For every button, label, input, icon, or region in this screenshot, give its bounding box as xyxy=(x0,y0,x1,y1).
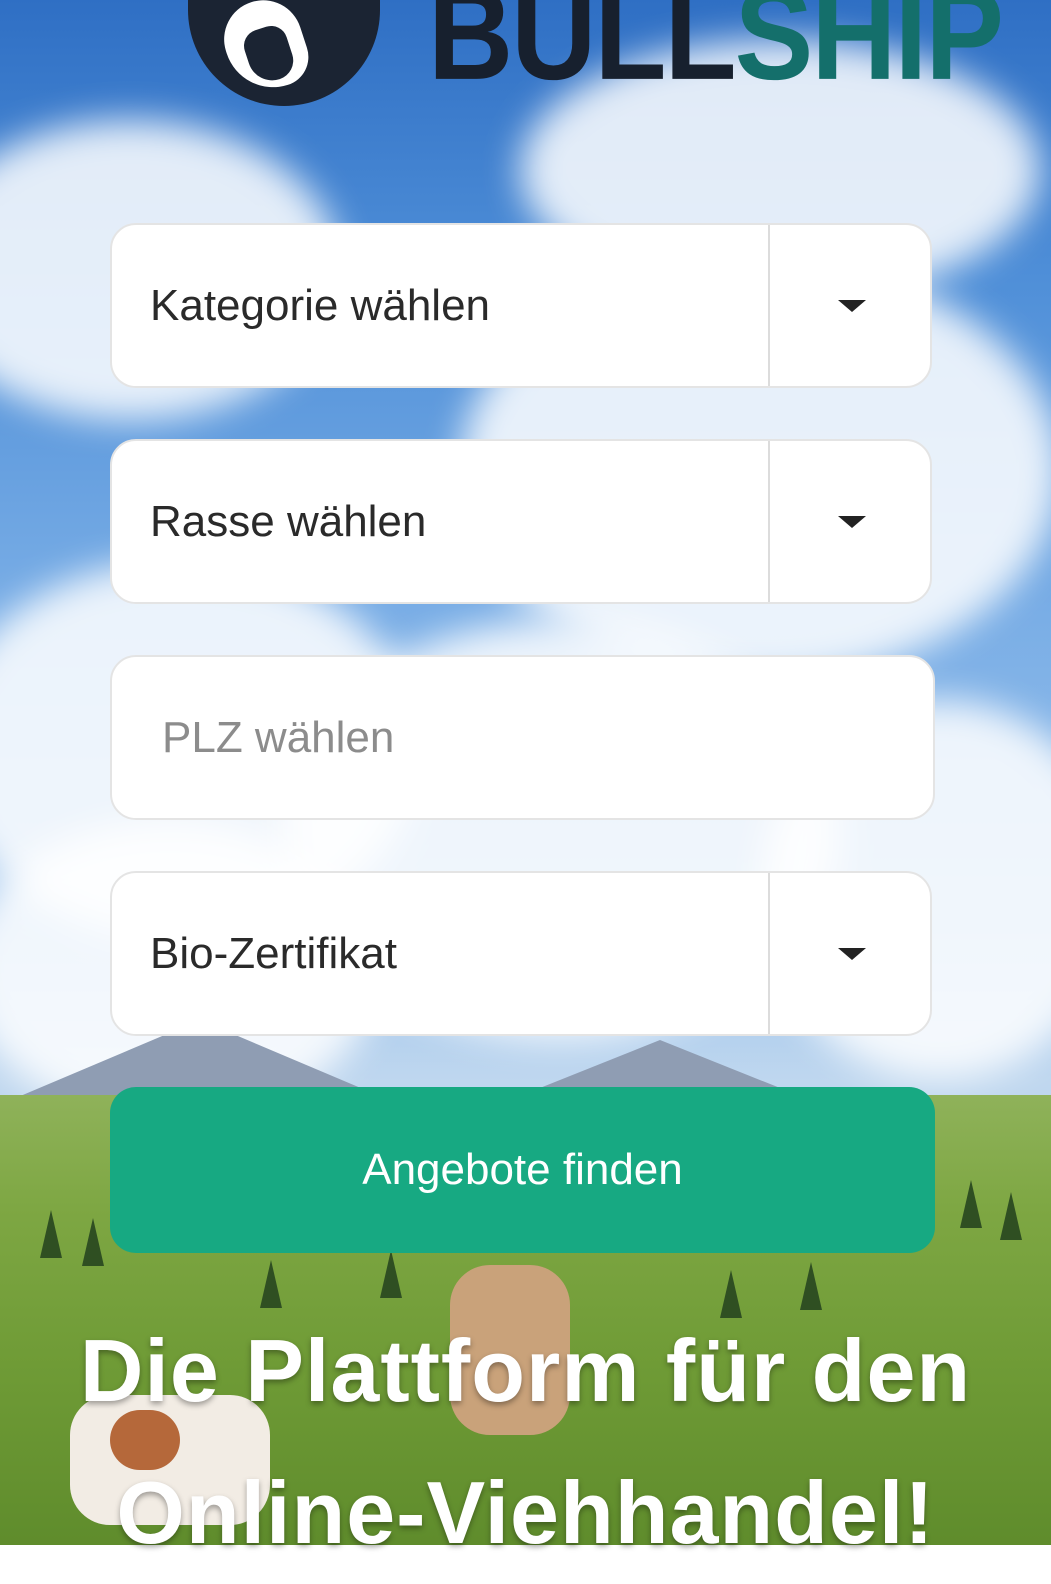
bullship-logo[interactable]: BULLSHIP xyxy=(188,0,1004,110)
zip-code-input[interactable] xyxy=(112,657,933,818)
bio-certificate-select-label: Bio-Zertifikat xyxy=(150,928,397,978)
select-divider xyxy=(768,873,770,1034)
select-divider xyxy=(768,441,770,602)
breed-select[interactable]: Rasse wählen xyxy=(110,439,932,604)
caret-down-icon[interactable] xyxy=(838,516,866,528)
caret-down-icon[interactable] xyxy=(838,300,866,312)
category-select[interactable]: Kategorie wählen xyxy=(110,223,932,388)
caret-down-icon[interactable] xyxy=(838,948,866,960)
select-divider xyxy=(768,225,770,386)
logo-text-bull: BULL xyxy=(428,0,737,108)
breed-select-label: Rasse wählen xyxy=(150,496,427,546)
bio-certificate-select[interactable]: Bio-Zertifikat xyxy=(110,871,932,1036)
zip-code-field xyxy=(110,655,935,820)
category-select-label: Kategorie wählen xyxy=(150,280,491,330)
logo-wordmark: BULLSHIP xyxy=(428,0,1004,100)
bull-head-icon xyxy=(188,0,380,106)
hero-headline: Die Plattform für den Online-Viehhandel! xyxy=(0,1300,1051,1584)
logo-text-ship: SHIP xyxy=(734,0,1004,108)
hero-headline-line2: Online-Viehhandel! xyxy=(116,1463,935,1562)
find-offers-button[interactable]: Angebote finden xyxy=(110,1087,935,1253)
hero-headline-line1: Die Plattform für den xyxy=(79,1321,972,1420)
